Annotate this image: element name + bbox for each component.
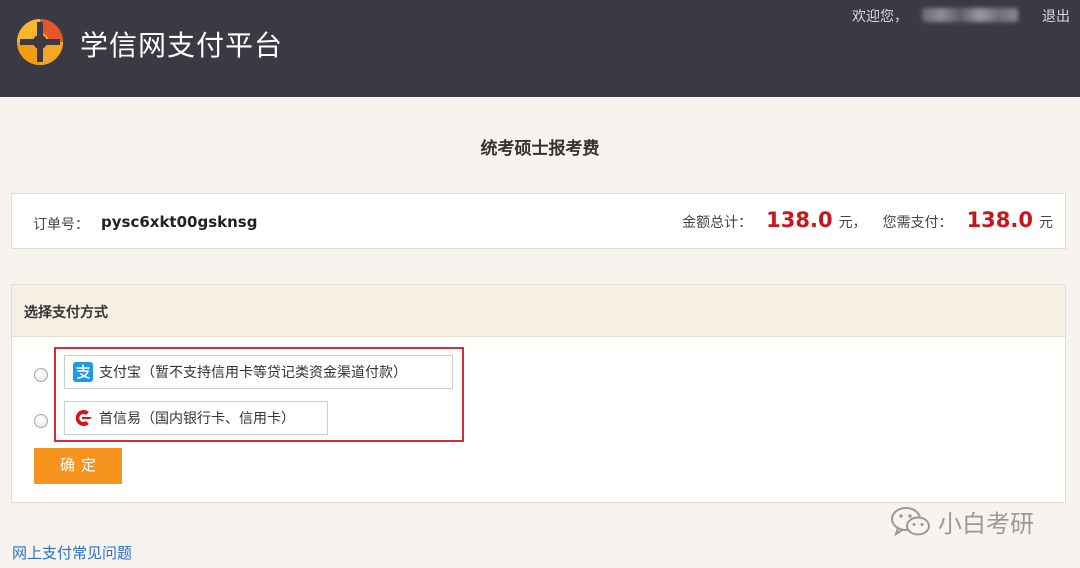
payease-option-label: 首信易（国内银行卡、信用卡）	[99, 411, 295, 427]
payease-icon	[75, 410, 92, 426]
total-amount-label: 金额总计：	[682, 215, 753, 231]
payment-method-panel: 选择支付方式 支付宝（暂不支持信用卡等贷记类资金渠道付款） 首信易（国内银行卡、…	[11, 284, 1066, 503]
watermark-text: 小白考研	[938, 510, 1034, 538]
wechat-icon	[891, 506, 930, 536]
site-title: 学信网支付平台	[80, 29, 284, 62]
payment-option-payease[interactable]: 首信易（国内银行卡、信用卡）	[64, 401, 328, 435]
amount-summary: 金额总计： 138.0 元， 您需支付： 138.0 元	[682, 208, 1053, 232]
payment-faq-link[interactable]: 网上支付常见问题	[12, 542, 132, 563]
payable-amount-unit: 元	[1039, 215, 1053, 231]
blurred-username	[922, 8, 1018, 22]
payment-method-title: 选择支付方式	[24, 305, 108, 321]
payease-radio[interactable]	[34, 414, 48, 428]
order-number-label: 订单号：	[33, 217, 89, 233]
total-amount-unit: 元，	[838, 215, 867, 231]
confirm-button[interactable]: 确定	[34, 448, 122, 484]
watermark: 小白考研	[890, 504, 1034, 539]
order-summary-panel: 订单号： pysc6xkt00gsknsg 金额总计： 138.0 元， 您需支…	[11, 193, 1066, 249]
alipay-icon	[73, 362, 93, 382]
logout-link[interactable]: 退出	[1042, 6, 1070, 26]
order-number-value: pysc6xkt00gsknsg	[101, 213, 258, 231]
alipay-radio[interactable]	[34, 368, 48, 382]
top-header-bar: 学信网支付平台 欢迎您， 退出	[0, 0, 1080, 97]
payable-amount-value: 138.0	[966, 208, 1033, 232]
payment-method-header: 选择支付方式	[12, 285, 1065, 337]
payable-amount-label: 您需支付：	[882, 215, 953, 231]
alipay-option-label: 支付宝（暂不支持信用卡等贷记类资金渠道付款）	[99, 365, 407, 381]
payment-option-alipay[interactable]: 支付宝（暂不支持信用卡等贷记类资金渠道付款）	[64, 355, 453, 389]
welcome-text: 欢迎您，	[852, 9, 908, 25]
page-title: 统考硕士报考费	[480, 139, 600, 159]
site-logo-icon[interactable]	[16, 18, 64, 66]
total-amount-value: 138.0	[766, 208, 833, 232]
